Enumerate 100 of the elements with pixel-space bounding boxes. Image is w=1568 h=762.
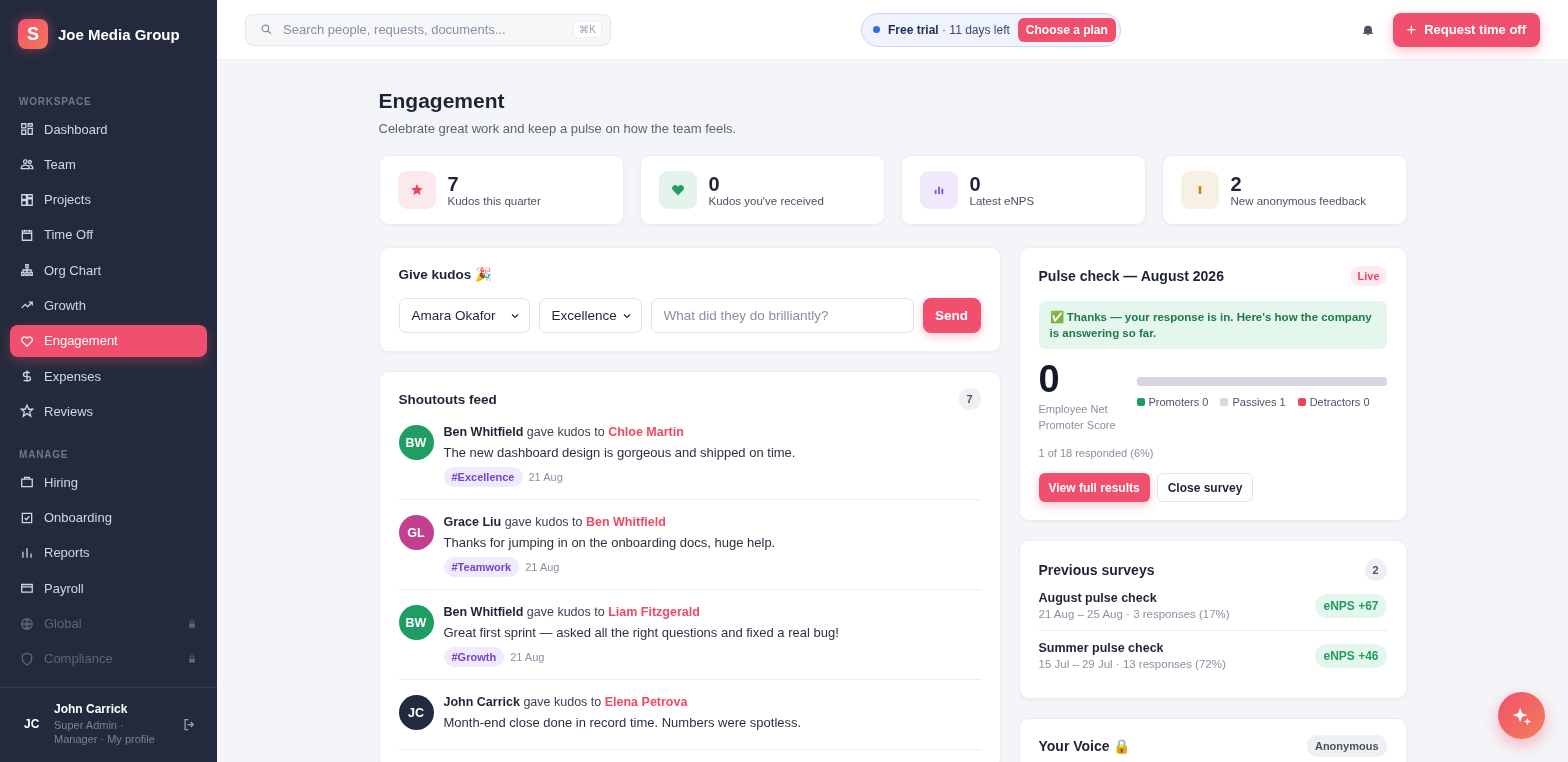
nav-icon <box>20 227 34 242</box>
nav-icon <box>20 122 34 136</box>
recipient-link[interactable]: Ben Whitfield <box>585 515 666 529</box>
nav-item[interactable]: Dashboard <box>10 113 207 145</box>
kudos-line: Ben Whitfield gave kudos to Chloe Martin <box>443 425 685 439</box>
nav-item[interactable]: Expenses <box>10 360 207 393</box>
user-initials: JC <box>24 717 41 731</box>
response-notice: ✅ Thanks — your response is in. Here's how the company is answering so far. <box>1038 301 1387 349</box>
nav-item[interactable]: Hiring <box>10 466 207 499</box>
recipient-link[interactable]: Chloe Martin <box>608 425 684 439</box>
avatar: BW <box>398 425 434 460</box>
survey-detail: 21 Aug – 25 Aug · 3 responses (17%) <box>1038 608 1230 620</box>
kudos-message: Month-end close done in record time. Numbers were spotless. <box>443 715 802 730</box>
trial-text: Free trial · 11 days left <box>888 22 1010 37</box>
nav-item[interactable]: Onboarding <box>10 501 207 534</box>
brand-logo: S <box>18 19 48 49</box>
enps-badge: eNPS +67 <box>1315 593 1387 618</box>
legend-label: Promoters 0 <box>1148 396 1209 408</box>
kudos-date: 21 Aug <box>510 651 545 663</box>
user-role: Super Admin · <box>54 718 125 732</box>
survey-button[interactable]: Close survey <box>1156 473 1254 502</box>
card-title: Shoutouts feed <box>398 391 497 407</box>
survey-name: Summer pulse check <box>1038 641 1165 655</box>
stat-value: 7 <box>447 173 460 195</box>
assistant-button[interactable] <box>1498 692 1545 739</box>
anonymous-badge: Anonymous <box>1306 735 1387 757</box>
logout-icon[interactable] <box>182 716 197 732</box>
count-badge: 7 <box>958 388 981 410</box>
survey-detail: 15 Jul – 29 Jul · 13 responses (72%) <box>1038 658 1226 670</box>
search-icon <box>260 23 273 36</box>
person-select[interactable]: Amara Okafor <box>398 298 530 333</box>
nav-section-title: WORKSPACE <box>18 95 93 109</box>
nav-icon <box>20 616 34 631</box>
avatar: JC <box>398 695 434 730</box>
nav-item[interactable]: Projects <box>10 183 207 216</box>
profile-link[interactable]: Manager · My profile <box>54 732 170 746</box>
kudos-date: 21 Aug <box>528 471 563 483</box>
card-title: Give kudos 🎉 <box>398 266 494 282</box>
stat-label: Kudos you've received <box>708 195 824 207</box>
page-title: Engagement <box>378 89 506 113</box>
kudos-date: 21 Aug <box>525 561 560 573</box>
nav-icon <box>20 157 34 172</box>
nav-icon <box>20 369 34 384</box>
live-badge: Live <box>1350 266 1387 286</box>
card-title: Pulse check — August 2026 <box>1038 268 1224 284</box>
enps-score: 0 <box>1038 361 1061 397</box>
nav-icon <box>20 545 34 560</box>
kudos-line: Grace Liu gave kudos to Ben Whitfield <box>443 515 667 529</box>
nav-icon <box>20 651 34 666</box>
message-input[interactable]: What did they do brilliantly? <box>650 298 914 333</box>
status-dot <box>873 26 880 33</box>
nav-icon <box>20 404 34 419</box>
nav-item[interactable]: Reviews <box>10 395 207 428</box>
nav-icon <box>20 263 34 278</box>
nav-item[interactable]: Time Off <box>10 218 207 251</box>
brand-name: Joe Media Group <box>58 25 180 43</box>
stat-value: 0 <box>708 173 721 195</box>
nav-section-title: MANAGE <box>18 448 70 463</box>
lock-icon <box>187 653 197 664</box>
legend-label: Passives 1 <box>1232 396 1286 408</box>
nav-item[interactable]: Team <box>10 148 207 181</box>
lock-icon <box>187 618 197 629</box>
nav-icon <box>20 475 34 490</box>
search-input[interactable]: Search people, requests, documents... <box>281 21 566 38</box>
shortcut-hint: ⌘K <box>573 21 602 38</box>
stat-label: New anonymous feedback <box>1230 195 1367 207</box>
kudos-line: Ben Whitfield gave kudos to Liam Fitzgerald <box>443 605 701 619</box>
kudos-message: The new dashboard design is gorgeous and shipped on time. <box>443 445 796 460</box>
user-name: John Carrick <box>54 702 129 716</box>
count-badge: 2 <box>1364 559 1387 581</box>
nav-item[interactable]: Growth <box>10 289 207 322</box>
value-select[interactable]: Excellence <box>538 298 642 333</box>
nav-item[interactable]: Org Chart <box>10 254 207 287</box>
avatar: BW <box>398 605 434 640</box>
kudos-line: John Carrick gave kudos to Elena Petrova <box>443 695 689 709</box>
card-title: Previous surveys <box>1038 562 1155 578</box>
nav-icon <box>20 192 34 207</box>
stat-value: 0 <box>969 173 982 195</box>
nav-item[interactable]: Reports <box>10 536 207 569</box>
recipient-link[interactable]: Liam Fitzgerald <box>608 605 700 619</box>
nav-icon <box>20 510 34 525</box>
stat-label: Kudos this quarter <box>447 195 541 207</box>
notifications-icon[interactable] <box>1360 22 1375 37</box>
value-tag: #Excellence <box>443 467 523 487</box>
enps-badge: eNPS +46 <box>1315 643 1387 668</box>
stat-value: 2 <box>1230 173 1243 195</box>
nav-icon <box>20 581 34 596</box>
kudos-message: Thanks for jumping in on the onboarding docs, huge help. <box>443 535 776 550</box>
page-subtitle: Celebrate great work and keep a pulse on how the team feels. <box>378 121 738 136</box>
nav-icon <box>20 333 34 348</box>
value-tag: #Teamwork <box>443 557 520 577</box>
score-label: Employee Net Promoter Score <box>1038 402 1117 433</box>
nav-item[interactable]: Payroll <box>10 572 207 605</box>
avatar: GL <box>398 515 434 550</box>
recipient-link[interactable]: Elena Petrova <box>604 695 688 709</box>
card-title: Your Voice 🔒 <box>1038 738 1131 754</box>
stat-label: Latest eNPS <box>969 195 1035 207</box>
value-tag: #Growth <box>443 647 505 667</box>
legend-label: Detractors 0 <box>1309 396 1370 408</box>
response-count: 1 of 18 responded (6%) <box>1038 447 1155 459</box>
